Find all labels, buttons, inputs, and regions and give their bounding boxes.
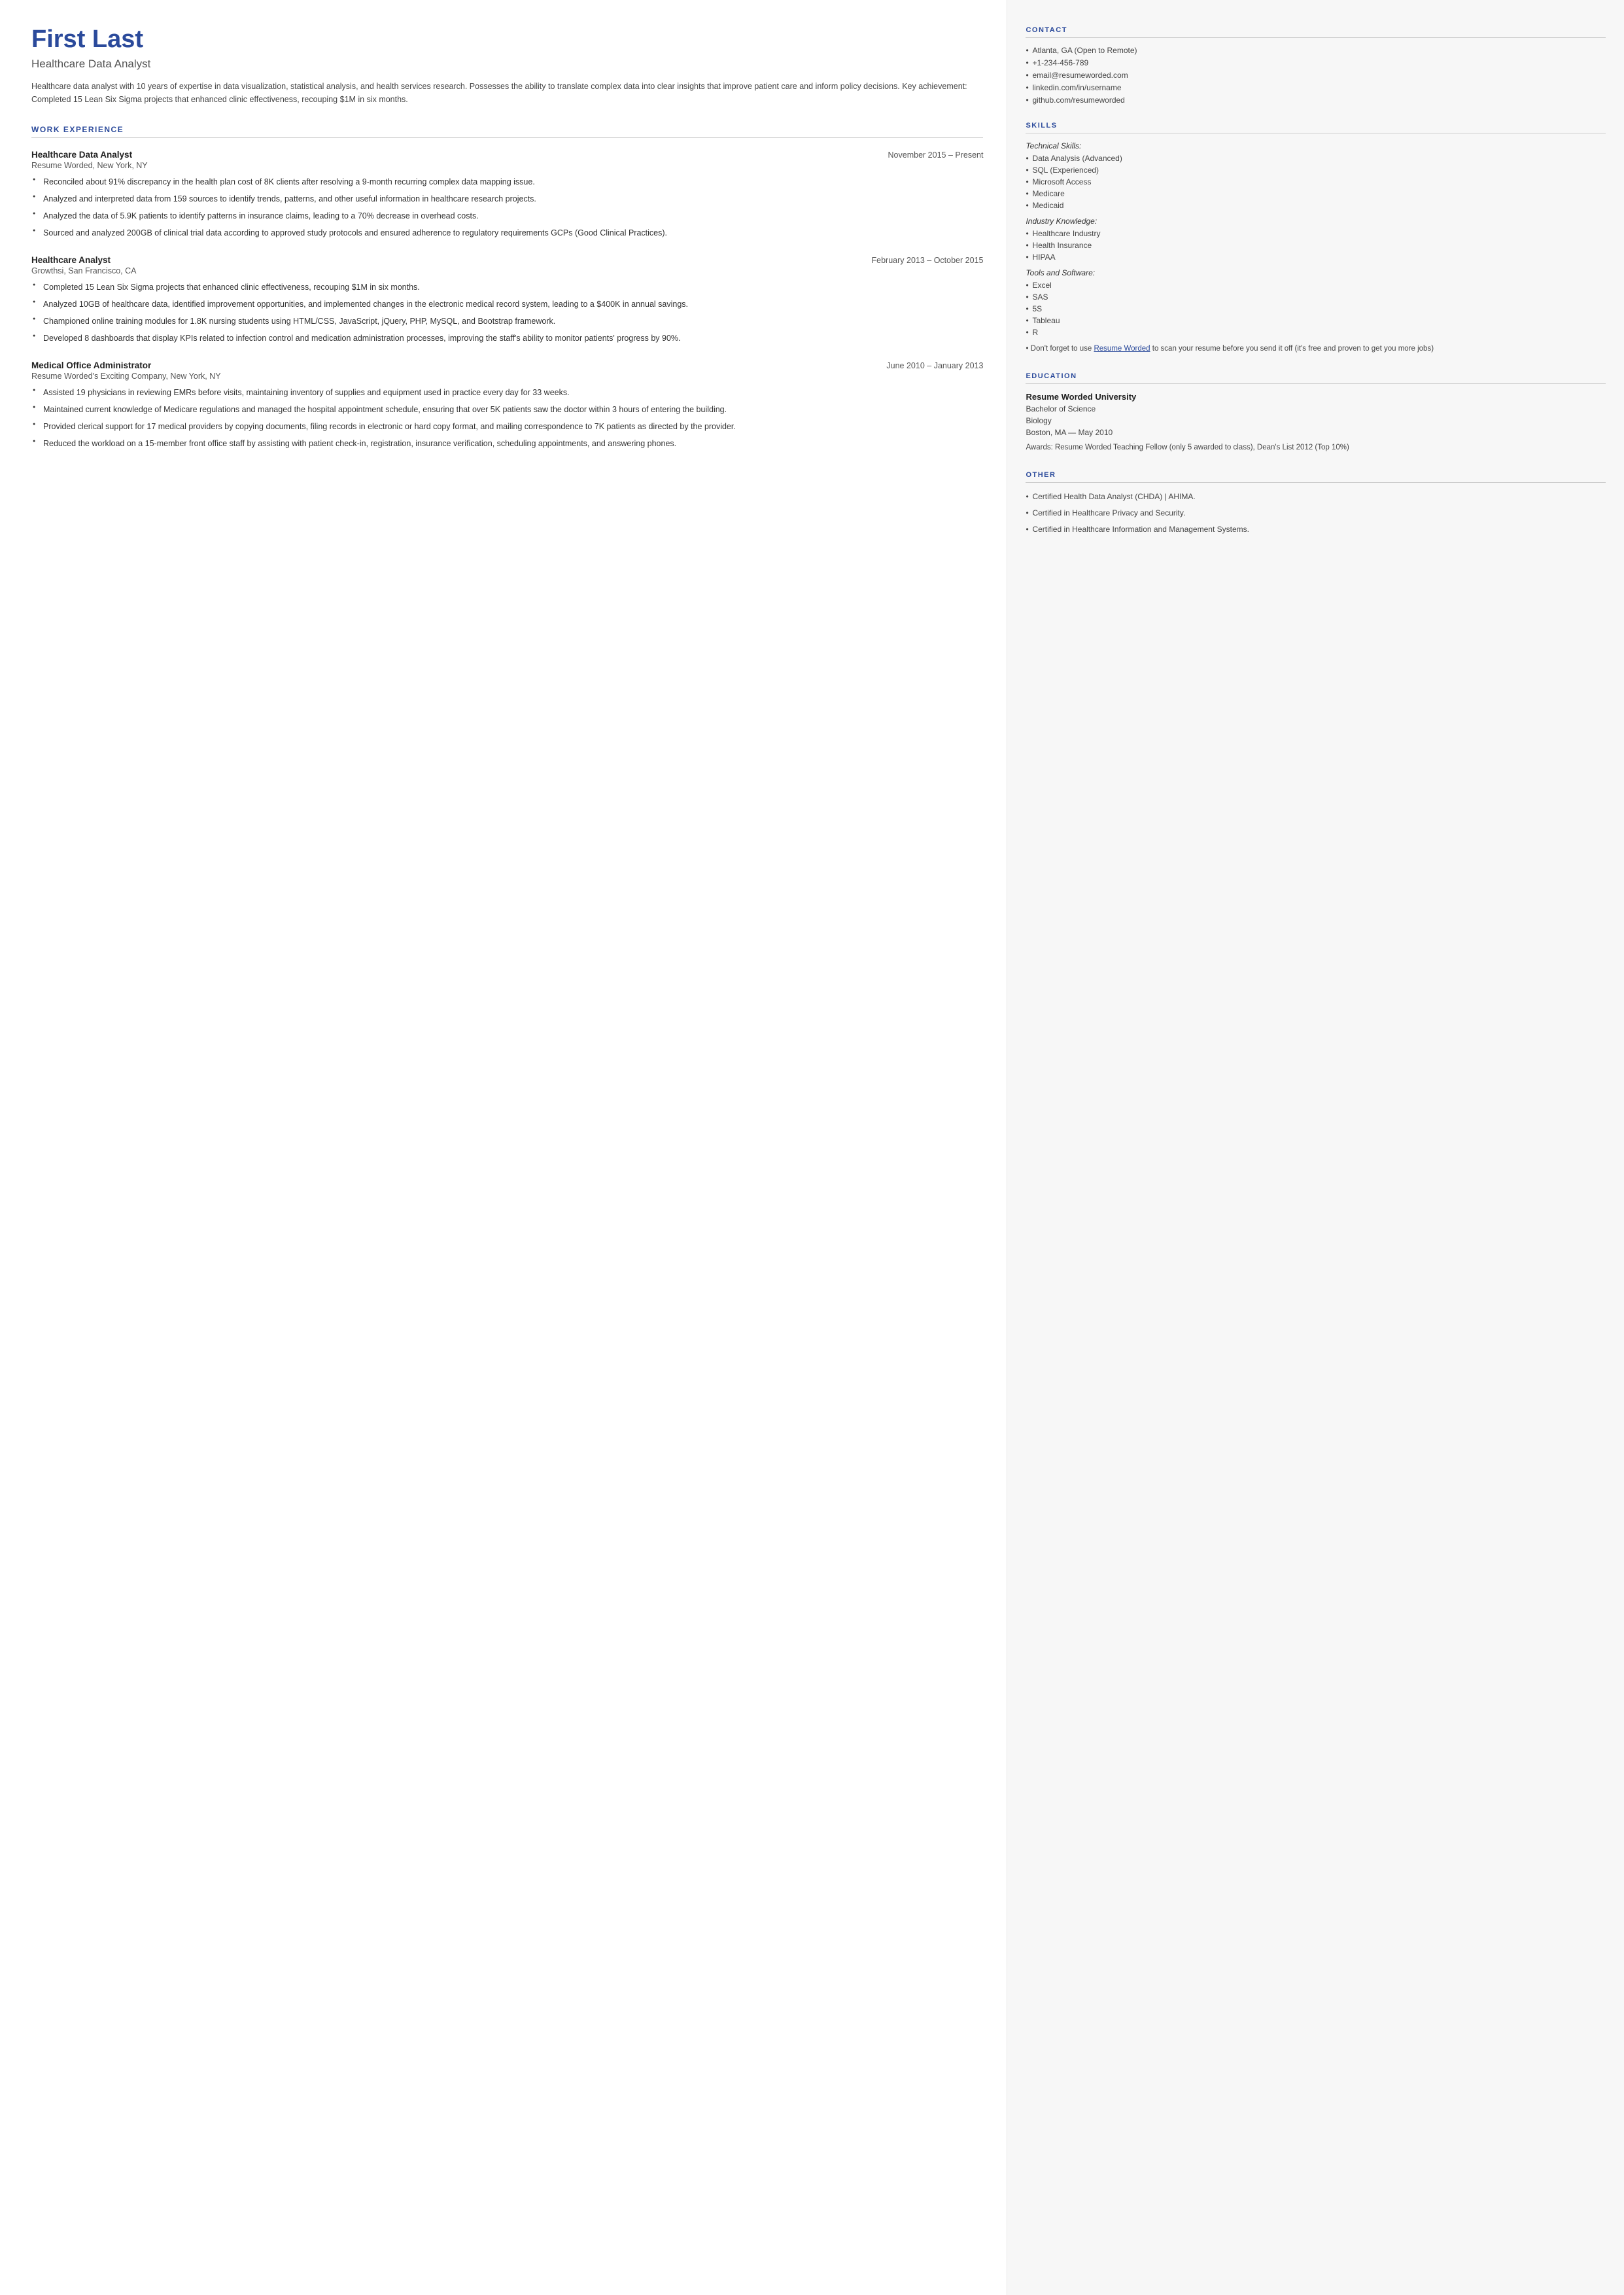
job-1-bullet-3: Analyzed the data of 5.9K patients to id… bbox=[31, 209, 983, 222]
edu-awards: Awards: Resume Worded Teaching Fellow (o… bbox=[1026, 442, 1606, 454]
skills-section: SKILLS Technical Skills: Data Analysis (… bbox=[1026, 122, 1606, 355]
job-3-bullet-2: Maintained current knowledge of Medicare… bbox=[31, 403, 983, 416]
technical-skills-list: Data Analysis (Advanced) SQL (Experience… bbox=[1026, 154, 1606, 210]
skill-medicaid: Medicaid bbox=[1026, 201, 1606, 210]
job-1-header: Healthcare Data Analyst November 2015 – … bbox=[31, 150, 983, 160]
job-2-dates: February 2013 – October 2015 bbox=[872, 256, 984, 265]
job-2-bullets: Completed 15 Lean Six Sigma projects tha… bbox=[31, 281, 983, 345]
job-2-header: Healthcare Analyst February 2013 – Octob… bbox=[31, 255, 983, 265]
job-1-company: Resume Worded, New York, NY bbox=[31, 161, 983, 170]
job-3-bullet-4: Reduced the workload on a 15-member fron… bbox=[31, 437, 983, 450]
other-section: OTHER Certified Health Data Analyst (CHD… bbox=[1026, 471, 1606, 535]
skills-note: • Don't forget to use Resume Worded to s… bbox=[1026, 343, 1606, 355]
skill-excel: Excel bbox=[1026, 281, 1606, 290]
skill-health-insurance: Health Insurance bbox=[1026, 241, 1606, 250]
skill-sql: SQL (Experienced) bbox=[1026, 166, 1606, 175]
job-3-bullet-3: Provided clerical support for 17 medical… bbox=[31, 420, 983, 433]
job-2-title: Healthcare Analyst bbox=[31, 255, 111, 265]
resume-worded-link[interactable]: Resume Worded bbox=[1094, 345, 1150, 353]
skill-hipaa: HIPAA bbox=[1026, 253, 1606, 262]
job-1-dates: November 2015 – Present bbox=[888, 150, 984, 160]
candidate-title: Healthcare Data Analyst bbox=[31, 58, 983, 71]
job-3: Medical Office Administrator June 2010 –… bbox=[31, 360, 983, 450]
contact-phone: +1-234-456-789 bbox=[1026, 58, 1606, 67]
skill-tableau: Tableau bbox=[1026, 316, 1606, 325]
job-2-bullet-3: Championed online training modules for 1… bbox=[31, 315, 983, 328]
candidate-name: First Last bbox=[31, 26, 983, 54]
other-list: Certified Health Data Analyst (CHDA) | A… bbox=[1026, 491, 1606, 535]
edu-location-date: Boston, MA — May 2010 bbox=[1026, 428, 1113, 437]
skill-5s: 5S bbox=[1026, 304, 1606, 313]
edu-field: Biology bbox=[1026, 416, 1051, 425]
edu-institution: Resume Worded University bbox=[1026, 392, 1606, 402]
job-2-bullet-4: Developed 8 dashboards that display KPIs… bbox=[31, 332, 983, 345]
contact-location: Atlanta, GA (Open to Remote) bbox=[1026, 46, 1606, 55]
education-section: EDUCATION Resume Worded University Bache… bbox=[1026, 372, 1606, 454]
other-item-2: Certified in Healthcare Privacy and Secu… bbox=[1026, 507, 1606, 519]
tools-skills-list: Excel SAS 5S Tableau R bbox=[1026, 281, 1606, 337]
job-1-bullet-4: Sourced and analyzed 200GB of clinical t… bbox=[31, 226, 983, 239]
job-2-company: Growthsi, San Francisco, CA bbox=[31, 266, 983, 275]
skill-data-analysis: Data Analysis (Advanced) bbox=[1026, 154, 1606, 163]
job-1-bullets: Reconciled about 91% discrepancy in the … bbox=[31, 175, 983, 239]
job-3-company: Resume Worded's Exciting Company, New Yo… bbox=[31, 372, 983, 381]
job-2-bullet-2: Analyzed 10GB of healthcare data, identi… bbox=[31, 298, 983, 311]
job-3-bullet-1: Assisted 19 physicians in reviewing EMRs… bbox=[31, 386, 983, 399]
contact-list: Atlanta, GA (Open to Remote) +1-234-456-… bbox=[1026, 46, 1606, 105]
industry-skills-list: Healthcare Industry Health Insurance HIP… bbox=[1026, 229, 1606, 262]
contact-github: github.com/resumeworded bbox=[1026, 96, 1606, 105]
job-1-bullet-1: Reconciled about 91% discrepancy in the … bbox=[31, 175, 983, 188]
skill-healthcare-industry: Healthcare Industry bbox=[1026, 229, 1606, 238]
contact-header: CONTACT bbox=[1026, 26, 1606, 38]
edu-degree-text: Bachelor of Science bbox=[1026, 404, 1096, 413]
candidate-summary: Healthcare data analyst with 10 years of… bbox=[31, 80, 983, 107]
work-experience-header: WORK EXPERIENCE bbox=[31, 125, 983, 138]
contact-email: email@resumeworded.com bbox=[1026, 71, 1606, 80]
education-header: EDUCATION bbox=[1026, 372, 1606, 384]
job-3-title: Medical Office Administrator bbox=[31, 360, 151, 370]
skills-header: SKILLS bbox=[1026, 122, 1606, 133]
tools-skills-label: Tools and Software: bbox=[1026, 268, 1606, 277]
job-2: Healthcare Analyst February 2013 – Octob… bbox=[31, 255, 983, 345]
job-1-title: Healthcare Data Analyst bbox=[31, 150, 132, 160]
sidebar: CONTACT Atlanta, GA (Open to Remote) +1-… bbox=[1007, 0, 1624, 2295]
contact-linkedin: linkedin.com/in/username bbox=[1026, 83, 1606, 92]
other-header: OTHER bbox=[1026, 471, 1606, 483]
job-3-dates: June 2010 – January 2013 bbox=[886, 361, 983, 370]
main-column: First Last Healthcare Data Analyst Healt… bbox=[0, 0, 1007, 2295]
skill-medicare: Medicare bbox=[1026, 189, 1606, 198]
skill-microsoft-access: Microsoft Access bbox=[1026, 177, 1606, 186]
edu-degree: Bachelor of Science Biology Boston, MA —… bbox=[1026, 403, 1606, 438]
other-item-1: Certified Health Data Analyst (CHDA) | A… bbox=[1026, 491, 1606, 502]
job-3-bullets: Assisted 19 physicians in reviewing EMRs… bbox=[31, 386, 983, 450]
job-1: Healthcare Data Analyst November 2015 – … bbox=[31, 150, 983, 239]
job-2-bullet-1: Completed 15 Lean Six Sigma projects tha… bbox=[31, 281, 983, 294]
industry-skills-label: Industry Knowledge: bbox=[1026, 217, 1606, 226]
skill-r: R bbox=[1026, 328, 1606, 337]
job-1-bullet-2: Analyzed and interpreted data from 159 s… bbox=[31, 192, 983, 205]
contact-section: CONTACT Atlanta, GA (Open to Remote) +1-… bbox=[1026, 26, 1606, 105]
technical-skills-label: Technical Skills: bbox=[1026, 141, 1606, 150]
skill-sas: SAS bbox=[1026, 292, 1606, 302]
other-item-3: Certified in Healthcare Information and … bbox=[1026, 523, 1606, 535]
job-3-header: Medical Office Administrator June 2010 –… bbox=[31, 360, 983, 370]
